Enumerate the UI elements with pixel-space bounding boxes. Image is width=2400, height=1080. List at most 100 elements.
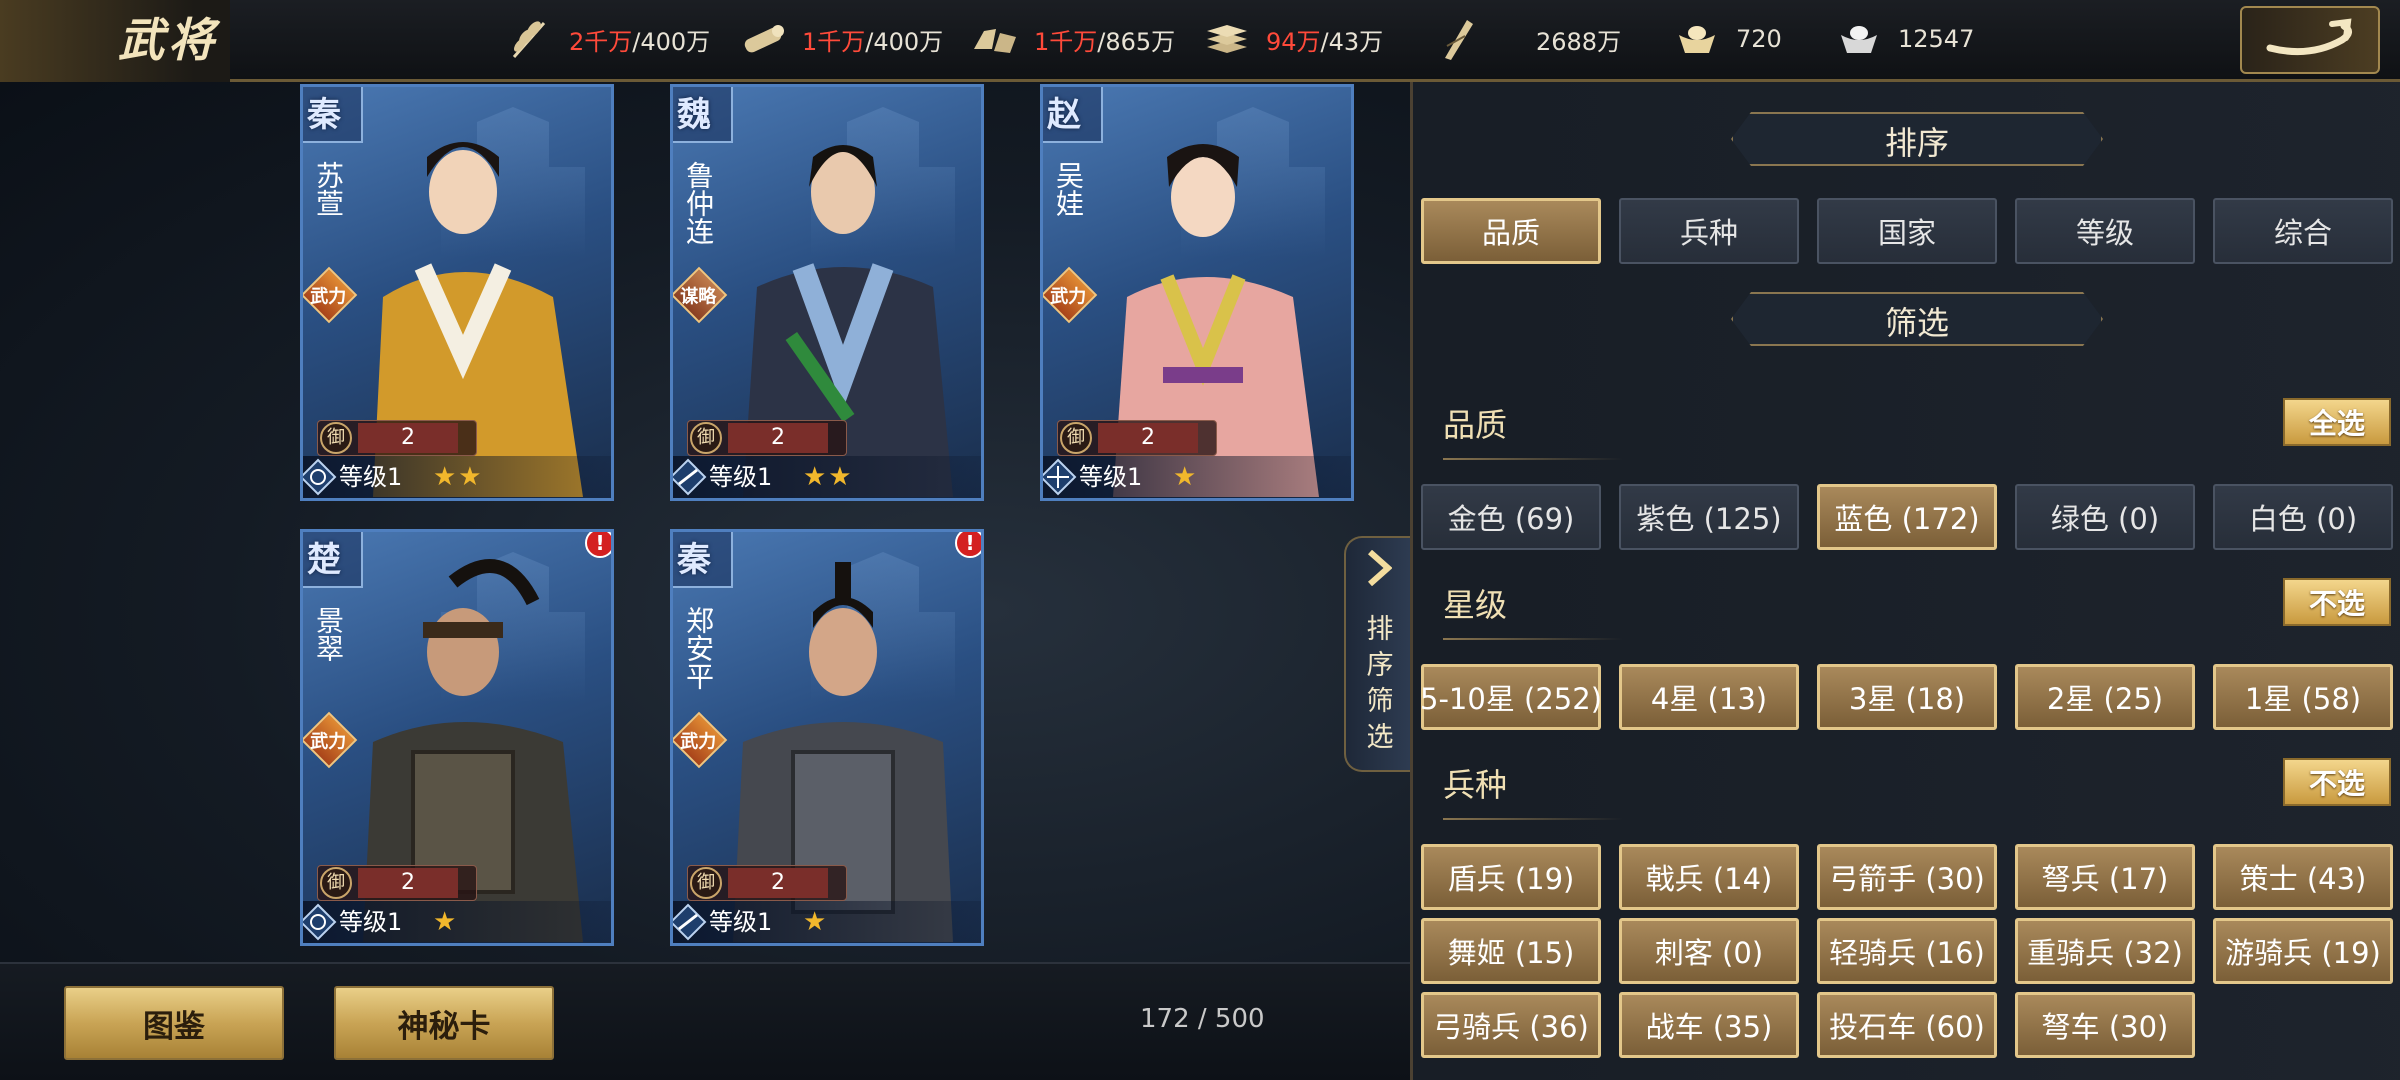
coin-icon xyxy=(1432,14,1482,64)
troop-option[interactable]: 弓箭手 (30) xyxy=(1817,844,1997,910)
general-name: 景翠 xyxy=(312,606,345,662)
wood-icon xyxy=(738,14,788,64)
sort-option[interactable]: 综合 xyxy=(2213,198,2393,264)
troop-count: 御2 xyxy=(1057,420,1217,456)
quality-option[interactable]: 白色 (0) xyxy=(2213,484,2393,550)
top-bar: 武将 2千万/400万 1千万/400万 1千万/865万 94万/43万 26… xyxy=(0,0,2400,82)
coin-value: 2688万 xyxy=(1536,27,1622,56)
grain-cap: /400万 xyxy=(632,27,711,56)
troop-option[interactable]: 游骑兵 (19) xyxy=(2213,918,2393,984)
star-option[interactable]: 2星 (25) xyxy=(2015,664,2195,730)
troop-option[interactable]: 弩兵 (17) xyxy=(2015,844,2195,910)
star-option[interactable]: 5-10星 (252) xyxy=(1420,664,1602,730)
nation-label: 秦 xyxy=(307,95,341,135)
alert-badge: ! xyxy=(955,532,981,558)
resource-grain[interactable]: 2千万/400万 xyxy=(505,0,710,78)
sort-header: 排序 xyxy=(1731,112,2103,166)
stone-cap: /865万 xyxy=(1097,27,1176,56)
star-rating: ★★ xyxy=(803,462,854,492)
general-list[interactable]: 秦 苏萱 武力 御2 等级1 ★★ 魏 鲁仲连 谋略 御2 等级1 ★★ 赵 吴… xyxy=(0,82,1412,962)
general-card[interactable]: 秦 苏萱 武力 御2 等级1 ★★ xyxy=(300,84,614,501)
mystery-card-button[interactable]: 神秘卡 xyxy=(334,986,554,1060)
general-level: 等级1 xyxy=(709,463,773,491)
sort-option[interactable]: 等级 xyxy=(2015,198,2195,264)
resource-iron[interactable]: 94万/43万 xyxy=(1202,0,1383,78)
sort-option[interactable]: 国家 xyxy=(1817,198,1997,264)
star-section-title: 星级 xyxy=(1443,586,1508,624)
quality-option[interactable]: 金色 (69) xyxy=(1421,484,1601,550)
general-name: 吴娃 xyxy=(1052,161,1085,217)
sort-option[interactable]: 品质 xyxy=(1421,198,1601,264)
resource-stone[interactable]: 1千万/865万 xyxy=(970,0,1175,78)
gold-ingot-icon xyxy=(1672,14,1722,64)
troop-option[interactable]: 策士 (43) xyxy=(2213,844,2393,910)
catalog-button[interactable]: 图鉴 xyxy=(64,986,284,1060)
weapon-type-icon xyxy=(303,458,337,496)
star-rating: ★ xyxy=(803,907,829,937)
nation-label: 魏 xyxy=(677,95,711,135)
nation-label: 赵 xyxy=(1047,95,1081,135)
troop-option[interactable]: 重骑兵 (32) xyxy=(2015,918,2195,984)
general-level: 等级1 xyxy=(339,463,403,491)
troop-option[interactable]: 舞姬 (15) xyxy=(1421,918,1601,984)
stone-current: 1千万 xyxy=(1034,27,1098,56)
brand-area: 武将 xyxy=(0,0,230,82)
quality-option[interactable]: 紫色 (125) xyxy=(1619,484,1799,550)
nation-label: 秦 xyxy=(677,540,711,580)
troop-section-title: 兵种 xyxy=(1443,766,1508,804)
general-name: 郑安平 xyxy=(682,606,715,690)
sort-filter-panel: 排序 筛选 品质 全选 星级 不选 兵种 不选 品质 兵种 国家 等级 综合 金色 (69… xyxy=(1410,82,2400,1080)
general-level: 等级1 xyxy=(709,908,773,936)
general-count: 172 / 500 xyxy=(1140,1004,1265,1034)
wood-cap: /400万 xyxy=(865,27,944,56)
star-rating: ★ xyxy=(1173,462,1199,492)
deselect-stars-button[interactable]: 不选 xyxy=(2283,578,2391,626)
chevron-right-icon xyxy=(1368,550,1392,586)
resource-wood[interactable]: 1千万/400万 xyxy=(738,0,943,78)
wood-current: 1千万 xyxy=(802,27,866,56)
general-card[interactable]: 赵 吴娃 武力 御2 等级1 ★ xyxy=(1040,84,1354,501)
quality-section-title: 品质 xyxy=(1443,406,1508,444)
troop-option[interactable]: 轻骑兵 (16) xyxy=(1817,918,1997,984)
troop-option[interactable]: 弓骑兵 (36) xyxy=(1421,992,1601,1058)
weapon-type-icon xyxy=(673,458,707,496)
general-card[interactable]: 秦 郑安平 武力 御2 等级1 ★ ! xyxy=(670,529,984,946)
troop-option[interactable]: 弩车 (30) xyxy=(2015,992,2195,1058)
sort-filter-label: 排序筛选 xyxy=(1366,614,1394,753)
select-all-quality-button[interactable]: 全选 xyxy=(2283,398,2391,446)
resource-coin[interactable]: 2688万 xyxy=(1432,0,1621,78)
resource-gold[interactable]: 720 xyxy=(1672,0,1782,78)
grain-current: 2千万 xyxy=(569,27,633,56)
silver-ingot-icon xyxy=(1834,14,1884,64)
star-option[interactable]: 3星 (18) xyxy=(1817,664,1997,730)
general-card[interactable]: 楚 景翠 武力 御2 等级1 ★ ! xyxy=(300,529,614,946)
weapon-type-icon xyxy=(303,903,337,941)
troop-option[interactable]: 盾兵 (19) xyxy=(1421,844,1601,910)
alert-badge: ! xyxy=(585,532,611,558)
sort-filter-tab[interactable]: 排序筛选 xyxy=(1344,536,1412,772)
star-rating: ★ xyxy=(433,907,459,937)
silver-value: 12547 xyxy=(1898,25,1975,53)
iron-current: 94万 xyxy=(1266,27,1321,56)
deselect-troops-button[interactable]: 不选 xyxy=(2283,758,2391,806)
back-button[interactable] xyxy=(2240,6,2380,74)
resource-silver[interactable]: 12547 xyxy=(1834,0,1974,78)
iron-icon xyxy=(1202,14,1252,64)
general-card[interactable]: 魏 鲁仲连 谋略 御2 等级1 ★★ xyxy=(670,84,984,501)
back-arrow-icon xyxy=(2266,18,2352,56)
grain-icon xyxy=(505,14,555,64)
sort-option[interactable]: 兵种 xyxy=(1619,198,1799,264)
troop-option[interactable]: 投石车 (60) xyxy=(1817,992,1997,1058)
weapon-type-icon xyxy=(673,903,707,941)
nation-label: 楚 xyxy=(307,540,341,580)
quality-option[interactable]: 绿色 (0) xyxy=(2015,484,2195,550)
star-option[interactable]: 4星 (13) xyxy=(1619,664,1799,730)
troop-option[interactable]: 战车 (35) xyxy=(1619,992,1799,1058)
troop-option[interactable]: 戟兵 (14) xyxy=(1619,844,1799,910)
troop-option[interactable]: 刺客 (0) xyxy=(1619,918,1799,984)
page-title: 武将 xyxy=(118,13,218,67)
quality-option[interactable]: 蓝色 (172) xyxy=(1817,484,1997,550)
troop-count: 御2 xyxy=(687,420,847,456)
filter-header: 筛选 xyxy=(1731,292,2103,346)
star-option[interactable]: 1星 (58) xyxy=(2213,664,2393,730)
